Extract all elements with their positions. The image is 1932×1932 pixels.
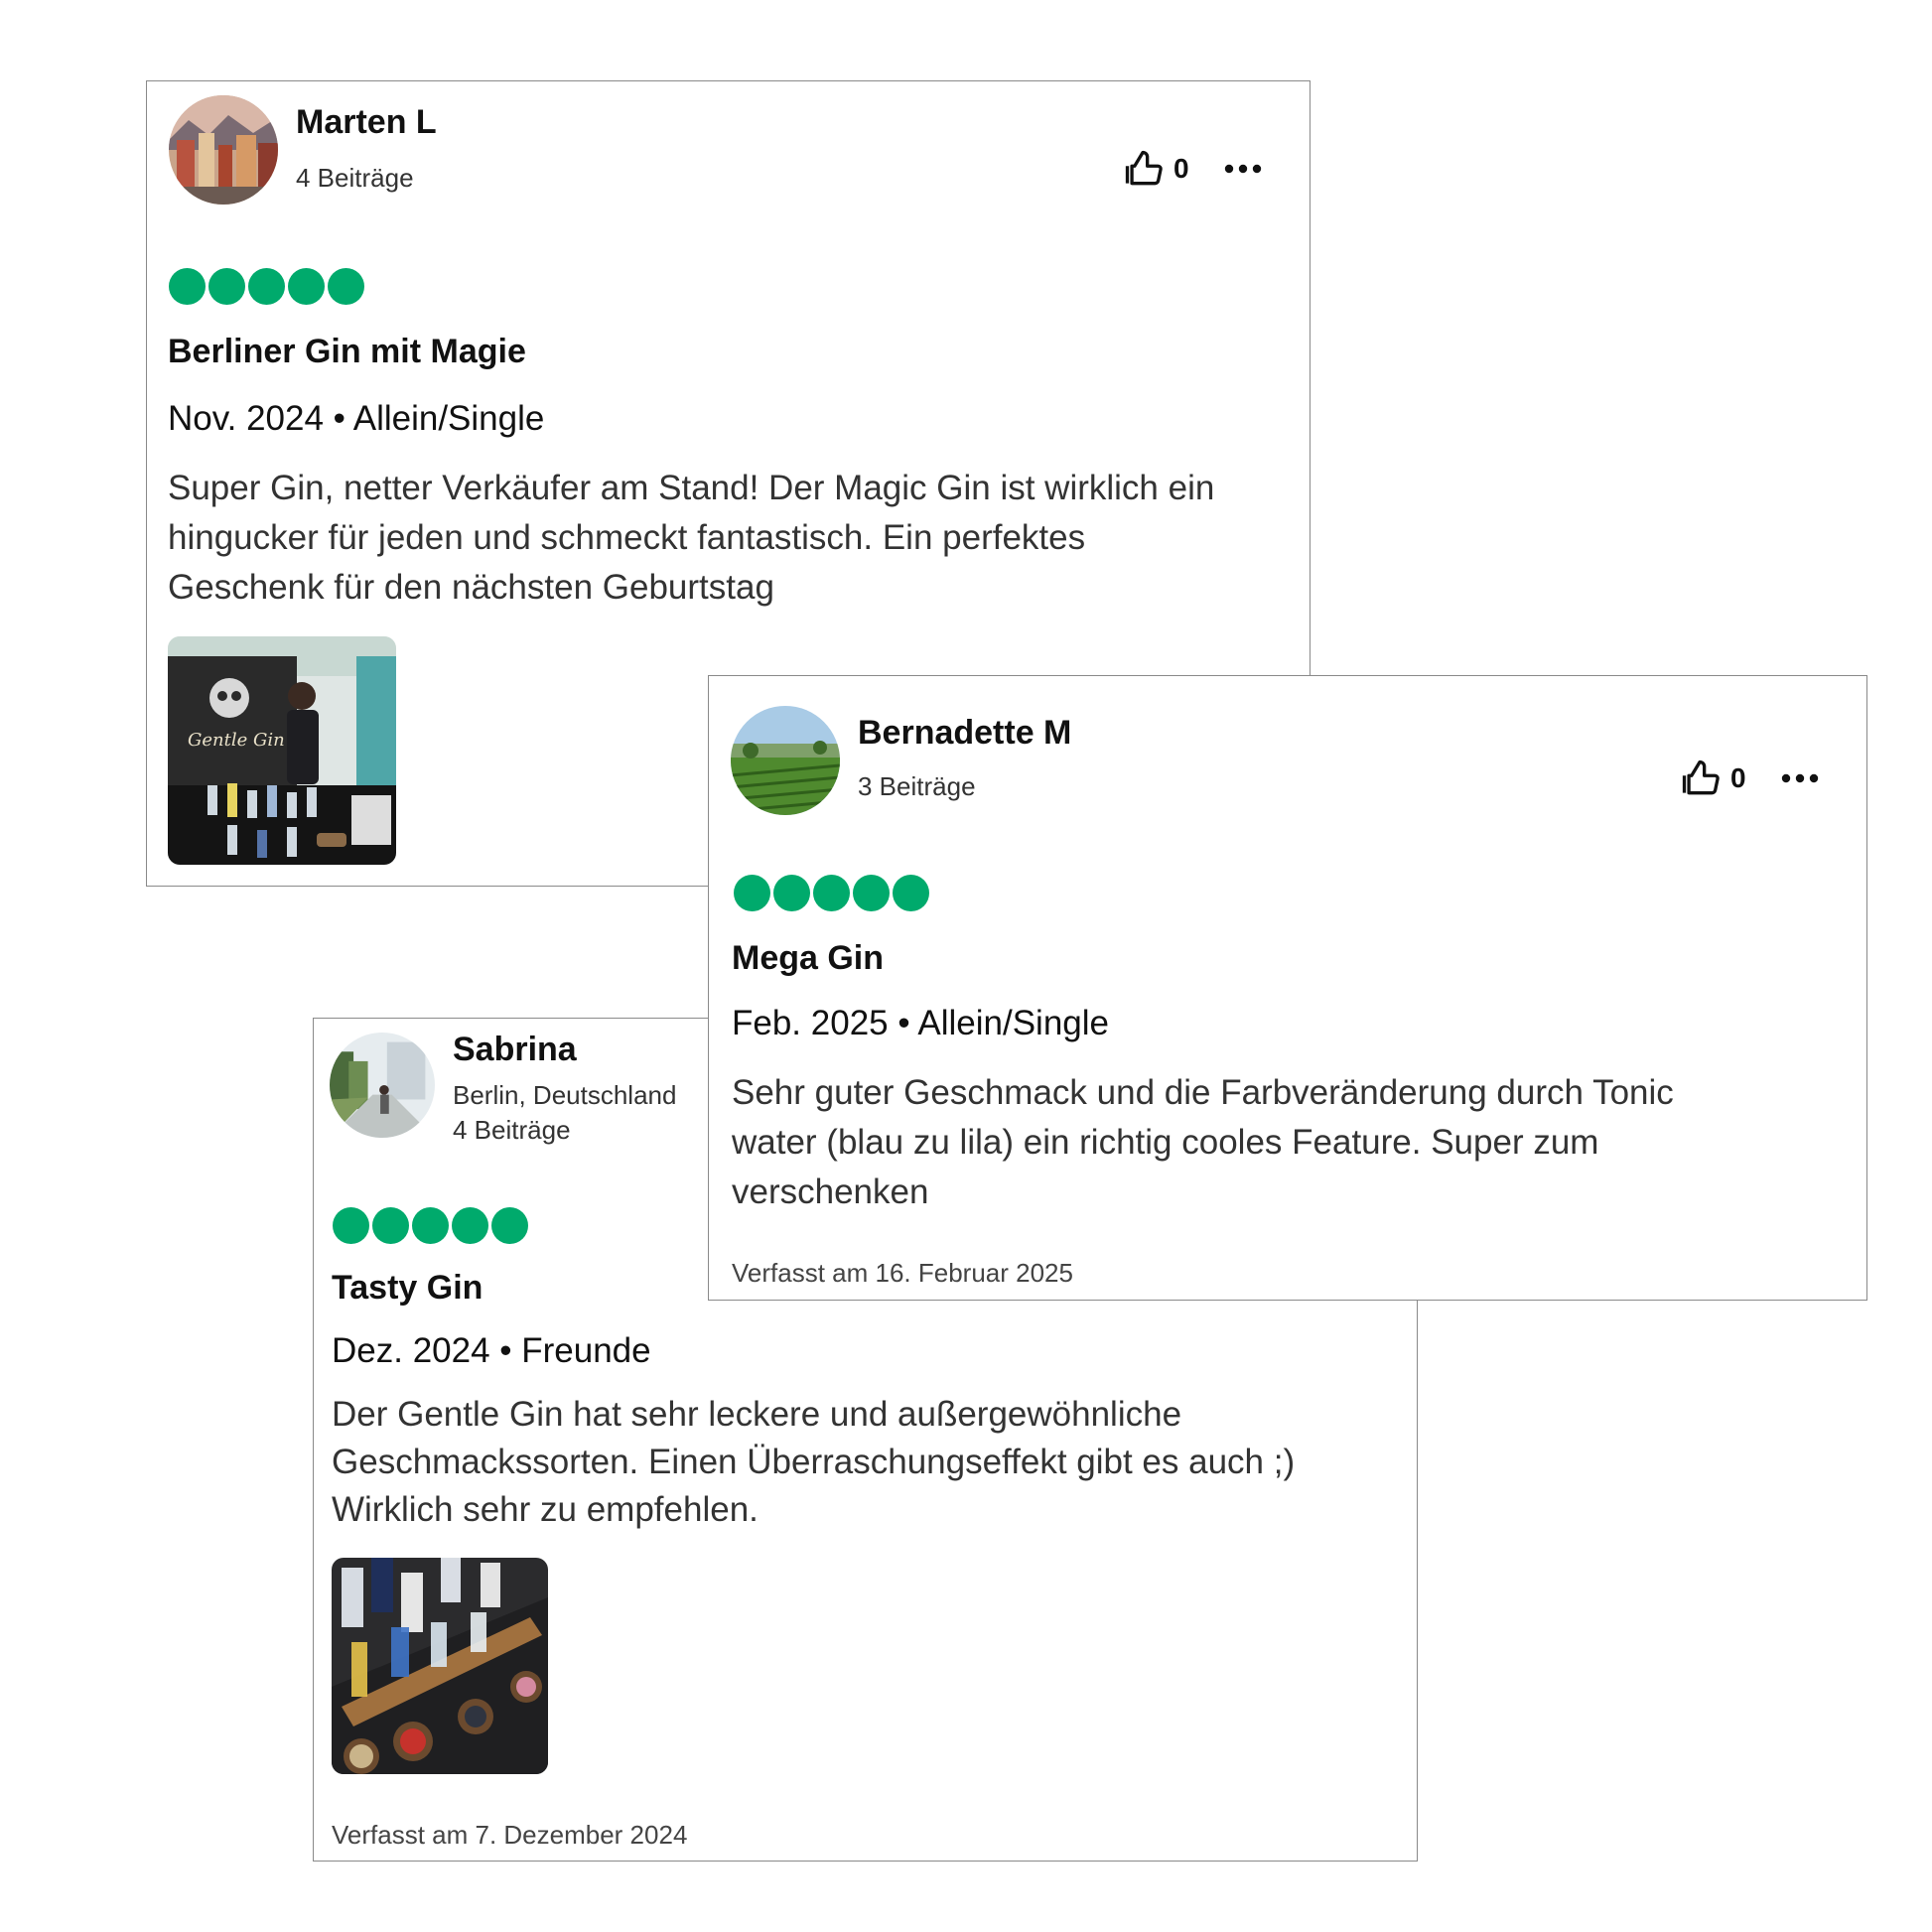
contribution-count: 4 Beiträge	[296, 163, 414, 193]
review-body-line: Der Gentle Gin hat sehr leckere und auße…	[332, 1395, 1182, 1434]
review-body-line: water (blau zu lila) ein richtig cooles …	[732, 1123, 1599, 1162]
rating-bubble	[773, 875, 810, 911]
helpful-vote-button[interactable]: 0	[1679, 757, 1746, 800]
contribution-count: 3 Beiträge	[858, 771, 976, 801]
rating-bubble	[491, 1207, 528, 1244]
avatar[interactable]	[330, 1033, 435, 1138]
rating-bubble	[893, 875, 929, 911]
helpful-count: 0	[1173, 153, 1189, 184]
more-options-button[interactable]	[1780, 772, 1820, 784]
review-meta: Dez. 2024 • Freunde	[332, 1331, 651, 1370]
rating-bubble	[853, 875, 890, 911]
rating-bubble	[248, 268, 285, 305]
review-body-line: Geschmackssorten. Einen Überraschungseff…	[332, 1443, 1296, 1481]
review-body: Sehr guter Geschmack und die Farbverände…	[732, 1068, 1674, 1217]
review-body-line: verschenken	[732, 1173, 929, 1211]
rating-bubble	[328, 268, 364, 305]
review-body-line: Super Gin, netter Verkäufer am Stand! De…	[168, 469, 1215, 507]
review-photo[interactable]	[332, 1558, 548, 1774]
rating-bubble	[333, 1207, 369, 1244]
review-card-bernadette: Bernadette M 3 Beiträge 0 Mega Gin Feb. …	[708, 675, 1867, 1301]
review-body: Super Gin, netter Verkäufer am Stand! De…	[168, 464, 1214, 613]
avatar[interactable]	[731, 706, 840, 815]
more-icon	[1224, 164, 1261, 174]
review-body-line: Wirklich sehr zu empfehlen.	[332, 1490, 759, 1529]
more-icon	[1781, 773, 1818, 783]
written-date: Verfasst am 7. Dezember 2024	[332, 1820, 688, 1850]
more-options-button[interactable]	[1223, 163, 1263, 175]
helpful-vote-button[interactable]: 0	[1122, 147, 1189, 191]
rating-bubble	[452, 1207, 488, 1244]
reviewer-name[interactable]: Marten L	[296, 103, 437, 142]
review-title[interactable]: Berliner Gin mit Magie	[168, 333, 526, 371]
rating-bubble	[372, 1207, 409, 1244]
review-actions: 0	[1122, 147, 1263, 191]
contribution-count: 4 Beiträge	[453, 1115, 571, 1145]
rating-bubble	[169, 268, 206, 305]
rating-bubble	[288, 268, 325, 305]
thumbs-up-icon	[1125, 150, 1163, 186]
review-title[interactable]: Tasty Gin	[332, 1269, 483, 1308]
rating-bubbles	[169, 268, 367, 305]
thumbs-up-icon	[1682, 759, 1720, 795]
rating-bubbles	[734, 875, 932, 911]
review-meta: Nov. 2024 • Allein/Single	[168, 399, 545, 438]
review-title[interactable]: Mega Gin	[732, 939, 884, 978]
rating-bubble	[813, 875, 850, 911]
review-body-line: Geschenk für den nächsten Geburtstag	[168, 568, 774, 607]
review-photo[interactable]: Gentle Gin	[168, 636, 396, 865]
review-actions: 0	[1679, 757, 1820, 800]
reviewer-location: Berlin, Deutschland	[453, 1080, 677, 1110]
reviewer-name[interactable]: Bernadette M	[858, 714, 1071, 753]
rating-bubble	[412, 1207, 449, 1244]
review-body-line: hingucker für jeden und schmeckt fantast…	[168, 518, 1086, 557]
rating-bubble	[734, 875, 770, 911]
written-date: Verfasst am 16. Februar 2025	[732, 1258, 1073, 1288]
helpful-count: 0	[1730, 762, 1746, 793]
review-body-line: Sehr guter Geschmack und die Farbverände…	[732, 1073, 1674, 1112]
review-body: Der Gentle Gin hat sehr leckere und auße…	[332, 1391, 1295, 1534]
reviewer-name[interactable]: Sabrina	[453, 1031, 577, 1069]
rating-bubbles	[333, 1207, 531, 1244]
avatar[interactable]	[169, 95, 278, 205]
review-meta: Feb. 2025 • Allein/Single	[732, 1004, 1110, 1042]
rating-bubble	[208, 268, 245, 305]
photo-label: Gentle Gin	[188, 730, 285, 751]
